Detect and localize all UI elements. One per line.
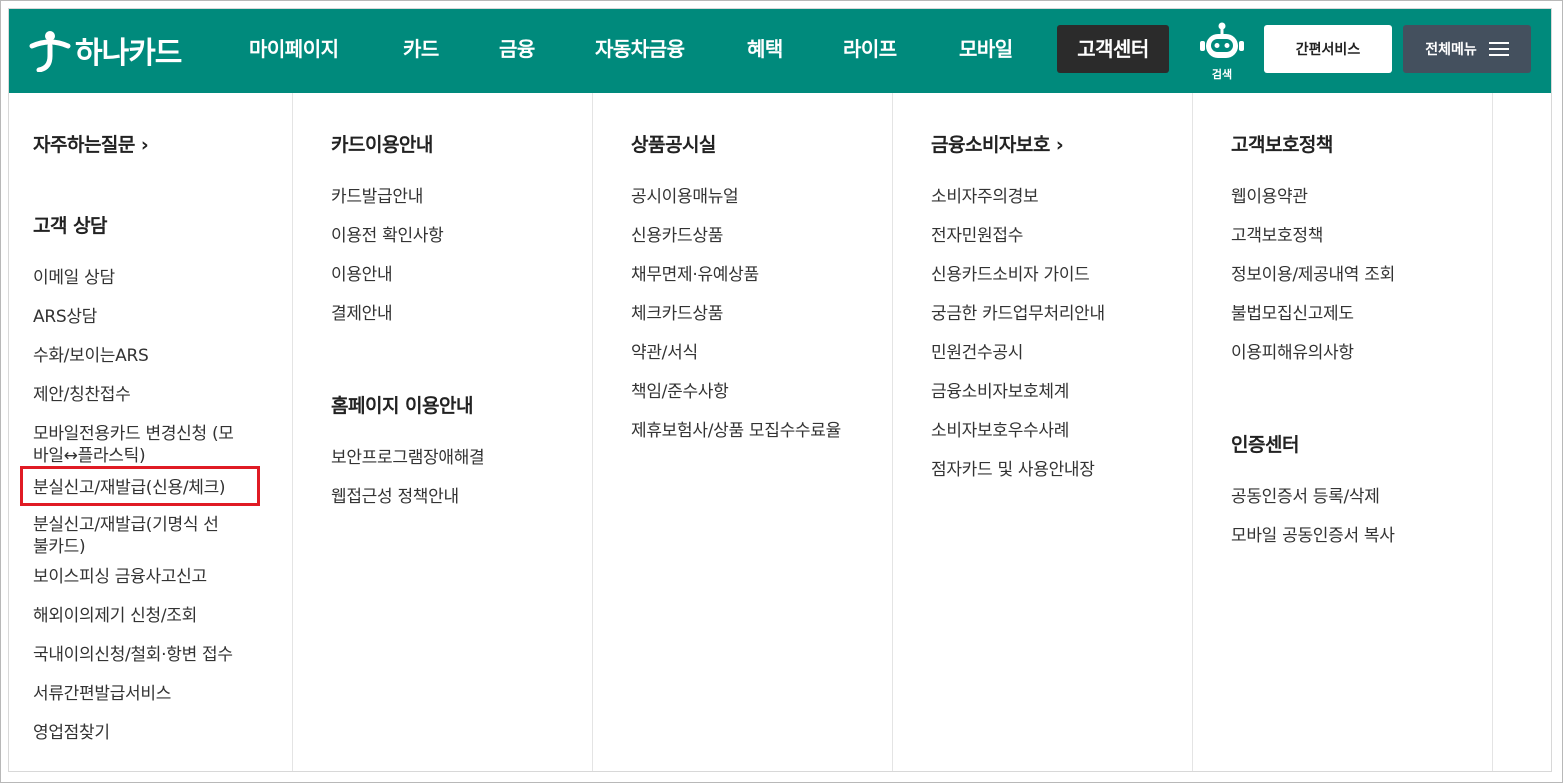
hana-logo-icon	[29, 31, 71, 72]
menu-link-accessibility[interactable]: 웹접근성 정책안내	[331, 486, 459, 508]
homepage-guide-title: 홈페이지 이용안내	[331, 395, 473, 417]
menu-link-security-program[interactable]: 보안프로그램장애해결	[331, 447, 485, 469]
menu-link-domestic-dispute[interactable]: 국내이의신청/철회·항변 접수	[33, 644, 233, 666]
menu-link-overseas-dispute[interactable]: 해외이의제기 신청/조회	[33, 605, 197, 627]
chevron-right-icon: ›	[140, 134, 149, 156]
menu-link-card-process-guide[interactable]: 궁금한 카드업무처리안내	[931, 303, 1105, 325]
menu-link-payment-guide[interactable]: 결제안내	[331, 303, 393, 325]
simple-service-button[interactable]: 간편서비스	[1264, 25, 1392, 73]
consult-title: 고객 상담	[33, 215, 108, 237]
menu-link-protection-system[interactable]: 금융소비자보호체계	[931, 381, 1069, 403]
nav-card[interactable]: 카드	[403, 25, 439, 73]
menu-link-terms-forms[interactable]: 약관/서식	[631, 342, 698, 364]
nav-life[interactable]: 라이프	[843, 25, 897, 73]
menu-link-mobile-card-change[interactable]: 모바일전용카드 변경신청 (모바일↔플라스틱)	[33, 423, 243, 467]
menu-link-credit-card-products[interactable]: 신용카드상품	[631, 225, 723, 247]
menu-link-customer-protection-policy[interactable]: 고객보호정책	[1231, 225, 1323, 247]
menu-link-document-issue[interactable]: 서류간편발급서비스	[33, 683, 171, 705]
menu-link-card-issue-guide[interactable]: 카드발급안내	[331, 186, 423, 208]
faq-title: 자주하는질문	[33, 134, 135, 156]
all-menu-label: 전체메뉴	[1425, 42, 1477, 58]
menu-column-product-disclosure: 상품공시실 공시이용매뉴얼 신용카드상품 채무면제·유예상품 체크카드상품 약관…	[593, 93, 893, 771]
menu-link-check-card-products[interactable]: 체크카드상품	[631, 303, 723, 325]
menu-column-card-guide: 카드이용안내 카드발급안내 이용전 확인사항 이용안내 결제안내 홈페이지 이용…	[293, 93, 593, 771]
menu-column-customer-protection: 고객보호정책 웹이용약관 고객보호정책 정보이용/제공내역 조회 불법모집신고제…	[1193, 93, 1493, 771]
menu-link-complaint-stats[interactable]: 민원건수공시	[931, 342, 1023, 364]
global-header: 하나카드 마이페이지 카드 금융 자동차금융 혜택 라이프 모바일 고객센터 검…	[9, 9, 1551, 93]
nav-customer-center[interactable]: 고객센터	[1057, 25, 1169, 73]
menu-link-suggestion[interactable]: 제안/칭찬접수	[33, 384, 131, 406]
menu-link-usage-guide[interactable]: 이용안내	[331, 264, 393, 286]
menu-link-info-usage-history[interactable]: 정보이용/제공내역 조회	[1231, 264, 1395, 286]
hamburger-icon	[1488, 42, 1509, 56]
menu-link-debt-exemption[interactable]: 채무면제·유예상품	[631, 264, 759, 286]
search-label: 검색	[1211, 68, 1233, 81]
menu-link-voice-phishing[interactable]: 보이스피싱 금융사고신고	[33, 566, 207, 588]
menu-link-responsibility[interactable]: 책임/준수사항	[631, 381, 729, 403]
card-guide-title: 카드이용안내	[331, 134, 433, 156]
nav-mypage[interactable]: 마이페이지	[249, 25, 339, 73]
menu-link-branch-finder[interactable]: 영업점찾기	[33, 722, 110, 744]
consumer-protection-link[interactable]: 금융소비자보호 ›	[931, 130, 1064, 157]
menu-link-lost-report-prepaid[interactable]: 분실신고/재발급(기명식 선불카드)	[33, 514, 233, 558]
product-disclosure-title: 상품공시실	[631, 134, 716, 156]
consumer-protection-title: 금융소비자보호	[931, 134, 1050, 156]
nav-auto-finance[interactable]: 자동차금융	[595, 25, 685, 73]
menu-column-consult: 자주하는질문 › 고객 상담 이메일 상담 ARS상담 수화/보이는ARS 제안/…	[9, 93, 293, 771]
customer-protection-title: 고객보호정책	[1231, 134, 1333, 156]
menu-link-consumer-alert[interactable]: 소비자주의경보	[931, 186, 1039, 208]
page: 하나카드 마이페이지 카드 금융 자동차금융 혜택 라이프 모바일 고객센터 검…	[8, 8, 1552, 772]
nav-benefit[interactable]: 혜택	[747, 25, 783, 73]
menu-link-disclosure-manual[interactable]: 공시이용매뉴얼	[631, 186, 739, 208]
menu-link-mobile-cert-copy[interactable]: 모바일 공동인증서 복사	[1231, 525, 1395, 547]
menu-link-web-terms[interactable]: 웹이용약관	[1231, 186, 1308, 208]
nav-mobile[interactable]: 모바일	[959, 25, 1013, 73]
search-bot-button[interactable]: 검색	[1195, 21, 1249, 83]
menu-link-sign-ars[interactable]: 수화/보이는ARS	[33, 345, 149, 367]
menu-link-e-complaint[interactable]: 전자민원접수	[931, 225, 1023, 247]
faq-link[interactable]: 자주하는질문 ›	[33, 130, 149, 157]
logo-text: 하나카드	[75, 36, 182, 71]
chatbot-icon	[1200, 22, 1244, 58]
menu-link-cert-register[interactable]: 공동인증서 등록/삭제	[1231, 486, 1380, 508]
menu-link-protection-cases[interactable]: 소비자보호우수사례	[931, 420, 1069, 442]
menu-link-illegal-recruit-report[interactable]: 불법모집신고제도	[1231, 303, 1354, 325]
menu-link-insurance-commission[interactable]: 제휴보험사/상품 모집수수료율	[631, 420, 841, 442]
menu-link-ars[interactable]: ARS상담	[33, 306, 97, 328]
menu-link-braille-card[interactable]: 점자카드 및 사용안내장	[931, 459, 1095, 481]
menu-link-email-consult[interactable]: 이메일 상담	[33, 267, 115, 289]
chevron-right-icon: ›	[1055, 134, 1064, 156]
customer-center-mega-menu: 자주하는질문 › 고객 상담 이메일 상담 ARS상담 수화/보이는ARS 제안/…	[9, 93, 1551, 771]
window-frame: 하나카드 마이페이지 카드 금융 자동차금융 혜택 라이프 모바일 고객센터 검…	[0, 0, 1563, 783]
menu-link-lost-report-credit-check[interactable]: 분실신고/재발급(신용/체크)	[33, 477, 226, 499]
menu-column-consumer-protection: 금융소비자보호 › 소비자주의경보 전자민원접수 신용카드소비자 가이드 궁금한 …	[893, 93, 1193, 771]
hana-card-logo[interactable]: 하나카드	[29, 25, 182, 75]
menu-link-pre-use-check[interactable]: 이용전 확인사항	[331, 225, 444, 247]
menu-link-consumer-guide[interactable]: 신용카드소비자 가이드	[931, 264, 1090, 286]
all-menu-button[interactable]: 전체메뉴	[1403, 25, 1531, 73]
menu-link-damage-notice[interactable]: 이용피해유의사항	[1231, 342, 1354, 364]
nav-finance[interactable]: 금융	[499, 25, 535, 73]
certificate-center-title: 인증센터	[1231, 434, 1299, 456]
